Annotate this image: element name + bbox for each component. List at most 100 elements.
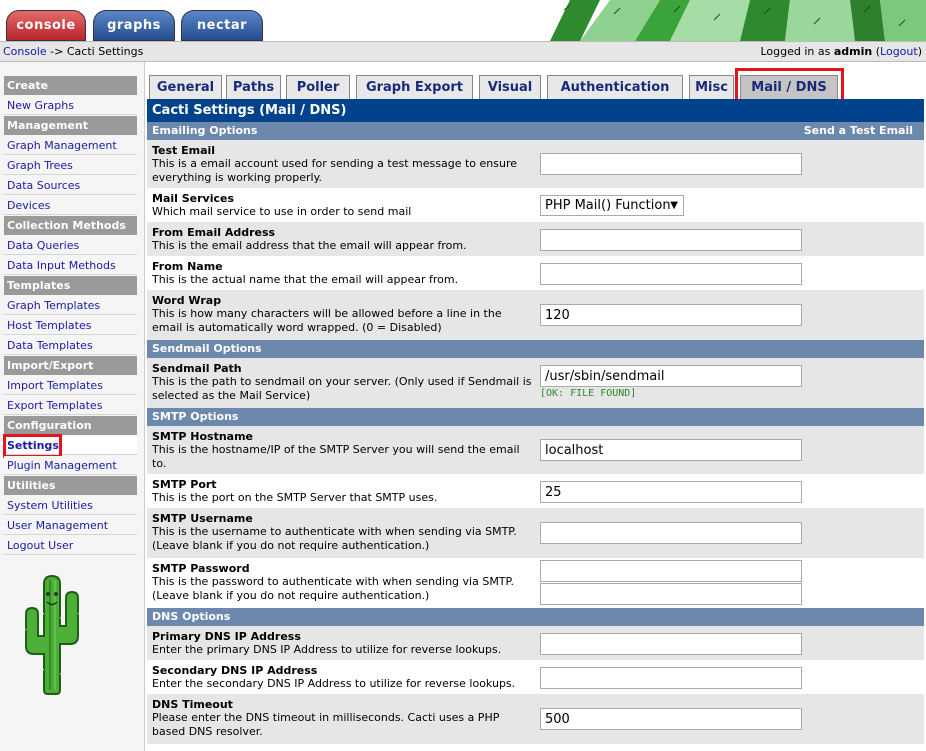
- test-email-title: Test Email: [152, 144, 216, 157]
- breadcrumb: Console -> Cacti Settings: [3, 45, 143, 58]
- breadcrumb-console-link[interactable]: Console: [3, 45, 47, 58]
- setting-sendmail-path: Sendmail Path This is the path to sendma…: [147, 358, 924, 408]
- test-email-desc: This is a email account used for sending…: [152, 157, 517, 184]
- sidebar-item-data-queries[interactable]: Data Queries: [4, 236, 137, 255]
- test-email-field[interactable]: [540, 153, 802, 175]
- tab-visual[interactable]: Visual: [479, 75, 541, 99]
- setting-from-email: From Email Address This is the email add…: [147, 222, 924, 256]
- chevron-down-icon: ▼: [670, 200, 678, 211]
- secondary-dns-field[interactable]: [540, 667, 802, 689]
- tab-graph-export[interactable]: Graph Export: [356, 75, 473, 99]
- smtp-port-field[interactable]: [540, 481, 802, 503]
- sidebar-item-graph-management[interactable]: Graph Management: [4, 136, 137, 155]
- word-wrap-title: Word Wrap: [152, 294, 222, 307]
- from-name-field[interactable]: [540, 263, 802, 285]
- secondary-dns-title: Secondary DNS IP Address: [152, 664, 318, 677]
- menu-head-utilities: Utilities: [4, 476, 137, 495]
- sidebar-item-data-input-methods[interactable]: Data Input Methods: [4, 256, 137, 275]
- dns-timeout-title: DNS Timeout: [152, 698, 233, 711]
- smtp-password-field[interactable]: [540, 560, 802, 582]
- from-name-title: From Name: [152, 260, 223, 273]
- menu-head-templates: Templates: [4, 276, 137, 295]
- dns-timeout-desc: Please enter the DNS timeout in millisec…: [152, 711, 500, 738]
- page-title: Cacti Settings (Mail / DNS): [147, 99, 924, 122]
- mail-services-select[interactable]: PHP Mail() Function ▼: [540, 195, 684, 216]
- section-dns-options: DNS Options: [147, 608, 924, 626]
- login-user: admin: [833, 45, 873, 58]
- sidebar-item-logout-user[interactable]: Logout User: [4, 536, 137, 555]
- section-smtp-options: SMTP Options: [147, 408, 924, 426]
- login-prefix: Logged in as: [760, 45, 834, 58]
- tab-general[interactable]: General: [149, 75, 222, 99]
- tab-misc[interactable]: Misc: [689, 75, 734, 99]
- smtp-port-title: SMTP Port: [152, 478, 217, 491]
- sidebar-item-data-templates[interactable]: Data Templates: [4, 336, 137, 355]
- breadcrumb-current: Cacti Settings: [66, 45, 144, 58]
- sendmail-path-status: [OK: FILE FOUND]: [540, 388, 637, 399]
- logout-link[interactable]: Logout: [880, 45, 918, 58]
- tab-authentication[interactable]: Authentication: [547, 75, 683, 99]
- sidebar-item-graph-templates[interactable]: Graph Templates: [4, 296, 137, 315]
- settings-highlight-box: [3, 434, 62, 458]
- setting-smtp-hostname: SMTP Hostname This is the hostname/IP of…: [147, 426, 924, 474]
- smtp-username-desc: This is the username to authenticate wit…: [152, 525, 517, 552]
- sidebar-item-export-templates[interactable]: Export Templates: [4, 396, 137, 415]
- setting-smtp-username: SMTP Username This is the username to au…: [147, 508, 924, 558]
- menu-head-create: Create: [4, 76, 137, 95]
- console-tab[interactable]: console: [6, 10, 86, 41]
- smtp-password-title: SMTP Password: [152, 562, 250, 575]
- breadcrumb-separator: ->: [46, 45, 67, 58]
- sidebar-item-host-templates[interactable]: Host Templates: [4, 316, 137, 335]
- sidebar-item-system-utilities[interactable]: System Utilities: [4, 496, 137, 515]
- setting-test-email: Test Email This is a email account used …: [147, 140, 924, 188]
- menu-head-configuration: Configuration: [4, 416, 137, 435]
- sidebar-item-devices[interactable]: Devices: [4, 196, 137, 215]
- sidebar-item-graph-trees[interactable]: Graph Trees: [4, 156, 137, 175]
- menu-head-import-export: Import/Export: [4, 356, 137, 375]
- from-email-desc: This is the email address that the email…: [152, 239, 467, 252]
- send-test-email-link[interactable]: Send a Test Email: [804, 122, 913, 140]
- setting-from-name: From Name This is the actual name that t…: [147, 256, 924, 290]
- sendmail-path-desc: This is the path to sendmail on your ser…: [152, 375, 532, 402]
- setting-primary-dns: Primary DNS IP Address Enter the primary…: [147, 626, 924, 660]
- login-status: Logged in as admin (Logout): [760, 45, 922, 58]
- section-sendmail-options: Sendmail Options: [147, 340, 924, 358]
- sidebar-item-import-templates[interactable]: Import Templates: [4, 376, 137, 395]
- primary-dns-desc: Enter the primary DNS IP Address to util…: [152, 643, 502, 656]
- sidebar-item-user-management[interactable]: User Management: [4, 516, 137, 535]
- sendmail-path-field[interactable]: [540, 365, 802, 387]
- mail-services-title: Mail Services: [152, 192, 235, 205]
- smtp-hostname-desc: This is the hostname/IP of the SMTP Serv…: [152, 443, 520, 470]
- setting-secondary-dns: Secondary DNS IP Address Enter the secon…: [147, 660, 924, 694]
- graphs-tab[interactable]: graphs: [93, 10, 175, 41]
- mail-services-desc: Which mail service to use in order to se…: [152, 205, 412, 218]
- sidebar-item-new-graphs[interactable]: New Graphs: [4, 96, 137, 115]
- smtp-hostname-field[interactable]: [540, 439, 802, 461]
- tab-poller[interactable]: Poller: [286, 75, 350, 99]
- setting-dns-timeout: DNS Timeout Please enter the DNS timeout…: [147, 694, 924, 744]
- nectar-tab[interactable]: nectar: [181, 10, 263, 41]
- sidebar-item-plugin-management[interactable]: Plugin Management: [4, 456, 137, 475]
- from-name-desc: This is the actual name that the email w…: [152, 273, 459, 286]
- setting-word-wrap: Word Wrap This is how many characters wi…: [147, 290, 924, 340]
- menu-head-management: Management: [4, 116, 137, 135]
- word-wrap-field[interactable]: [540, 304, 802, 326]
- smtp-username-field[interactable]: [540, 522, 802, 544]
- from-email-field[interactable]: [540, 229, 802, 251]
- primary-dns-field[interactable]: [540, 633, 802, 655]
- menu-head-collection-methods: Collection Methods: [4, 216, 137, 235]
- dns-timeout-field[interactable]: [540, 708, 802, 730]
- tab-paths[interactable]: Paths: [226, 75, 281, 99]
- primary-dns-title: Primary DNS IP Address: [152, 630, 301, 643]
- from-email-title: From Email Address: [152, 226, 276, 239]
- sidebar: Create New Graphs Management Graph Manag…: [0, 62, 145, 751]
- cactus-banner-image: [540, 0, 926, 41]
- secondary-dns-desc: Enter the secondary DNS IP Address to ut…: [152, 677, 516, 690]
- mail-services-value: PHP Mail() Function: [545, 198, 671, 213]
- smtp-password-confirm-field[interactable]: [540, 583, 802, 605]
- smtp-port-desc: This is the port on the SMTP Server that…: [152, 491, 438, 504]
- breadcrumb-bar: Console -> Cacti Settings Logged in as a…: [0, 41, 926, 62]
- smtp-password-desc: This is the password to authenticate wit…: [152, 575, 514, 602]
- section-emailing-options: Emailing Options Send a Test Email: [147, 122, 924, 140]
- sidebar-item-data-sources[interactable]: Data Sources: [4, 176, 137, 195]
